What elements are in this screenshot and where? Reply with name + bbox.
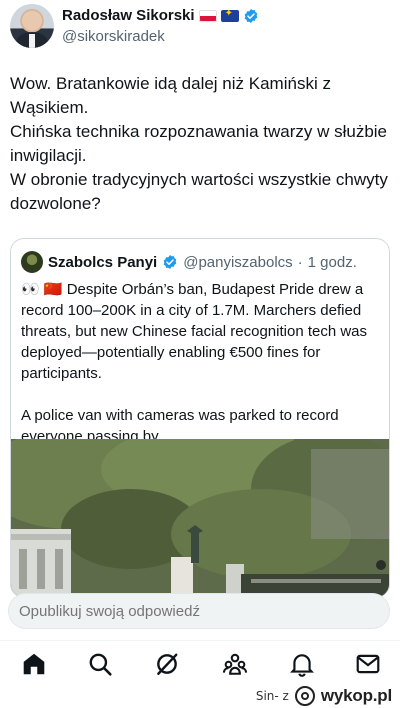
quoted-tweet-card[interactable]: Szabolcs Panyi @panyiszabolcs · 1 godz. …: [10, 238, 390, 598]
tweet-text: Wow. Bratankowie idą dalej niż Kamiński …: [10, 74, 388, 213]
flag-eu-icon: [220, 9, 239, 22]
quoted-tweet-header: Szabolcs Panyi @panyiszabolcs · 1 godz.: [21, 251, 357, 273]
notifications-icon[interactable]: [289, 651, 315, 677]
tweet-header: Radosław Sikorski @sikorskiradek: [10, 4, 390, 54]
reply-box[interactable]: [8, 593, 390, 629]
quoted-author-handle[interactable]: @panyiszabolcs: [183, 254, 292, 271]
verified-badge-icon: [244, 8, 257, 23]
search-icon[interactable]: [87, 651, 113, 677]
watermark-site: wykop.pl: [320, 686, 392, 705]
quoted-tweet-time[interactable]: 1 godz.: [308, 254, 357, 271]
bottom-nav: [0, 640, 400, 686]
verified-badge-icon: [163, 255, 177, 269]
messages-icon[interactable]: [355, 651, 381, 677]
author-name-row: Radosław Sikorski: [62, 6, 259, 25]
flag-pl-icon: [198, 9, 217, 22]
author-name[interactable]: Radosław Sikorski: [62, 6, 195, 25]
communities-icon[interactable]: [222, 651, 248, 677]
author-avatar[interactable]: [10, 4, 54, 48]
wykop-logo-icon: [294, 686, 315, 706]
grok-icon[interactable]: [154, 651, 180, 677]
quoted-tweet-text: 👀 🇨🇳 Despite Orbán’s ban, Budapest Pride…: [21, 281, 368, 445]
reply-input[interactable]: [9, 594, 389, 628]
video-thumbnail[interactable]: [11, 439, 389, 597]
quoted-author-name[interactable]: Szabolcs Panyi: [48, 254, 157, 271]
home-icon[interactable]: [21, 651, 47, 677]
wykop-watermark: Sin- z wykop.pl: [256, 686, 392, 706]
watermark-user: Sin- z: [255, 689, 289, 703]
author-handle[interactable]: @sikorskiradek: [62, 28, 165, 45]
quoted-author-avatar[interactable]: [21, 251, 43, 273]
budapest-scene-image: [11, 439, 389, 597]
meta-separator: ·: [297, 253, 303, 271]
